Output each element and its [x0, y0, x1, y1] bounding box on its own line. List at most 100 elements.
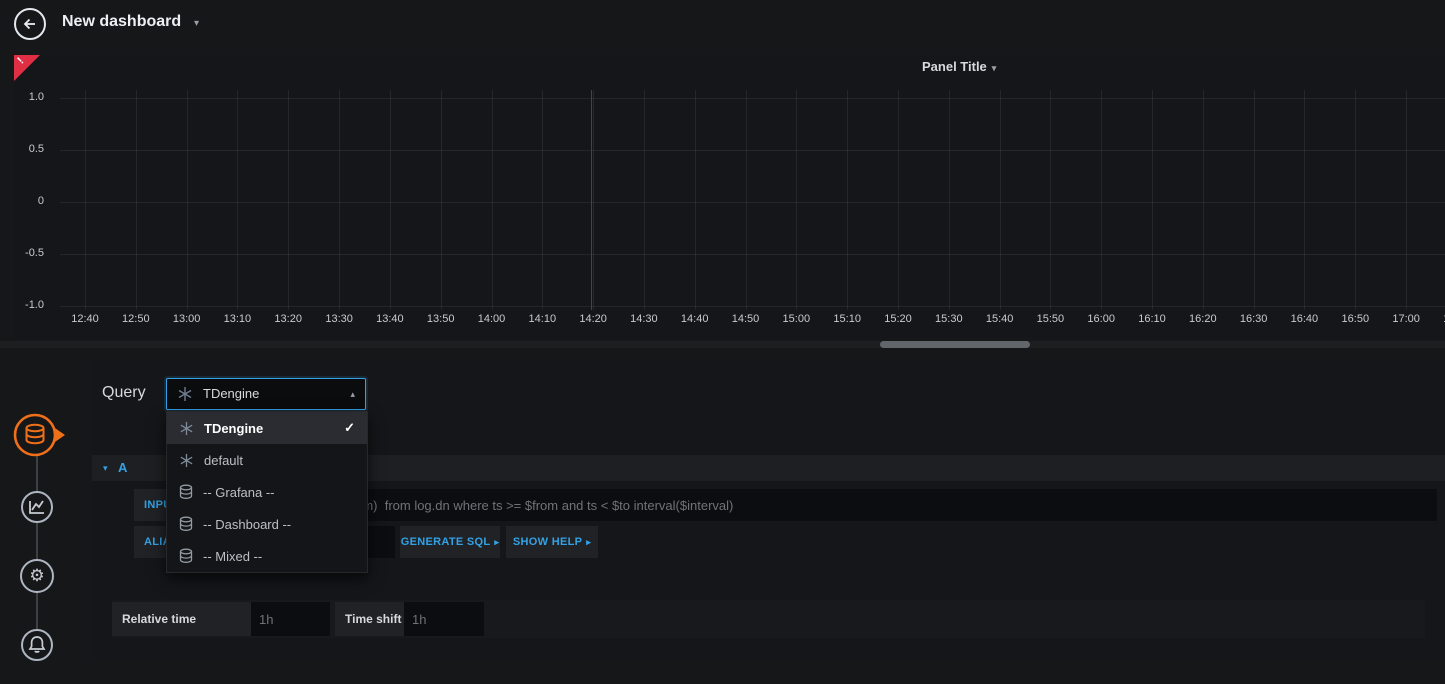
- x-axis-tick-label: 16:30: [1229, 313, 1279, 325]
- x-axis-tick-label: 15:00: [771, 313, 821, 325]
- grid-line-x: [1254, 90, 1255, 310]
- plugin-icon: [177, 386, 193, 402]
- chart-icon: [20, 490, 54, 524]
- grid-line-x: [746, 90, 747, 310]
- grid-line-x: [644, 90, 645, 310]
- grid-line-x: [441, 90, 442, 310]
- y-axis-tick-label: 0: [14, 195, 44, 207]
- sidebar-tab-queries[interactable]: [10, 410, 70, 462]
- x-axis-tick-label: 14:10: [517, 313, 567, 325]
- grid-line-x: [898, 90, 899, 310]
- input-sql-field[interactable]: [225, 489, 1437, 521]
- generate-sql-button[interactable]: GENERATE SQL▸: [400, 526, 500, 558]
- option-label: -- Dashboard --: [203, 517, 291, 532]
- datasource-picker-value: TDengine: [203, 379, 259, 409]
- grid-line-x: [492, 90, 493, 310]
- grafana-dashboard-editor: New dashboard ▾ ! Panel Title▾ 1.00.50-0…: [0, 0, 1445, 684]
- bell-icon: [20, 628, 54, 662]
- grid-line-x: [85, 90, 86, 310]
- option-label: TDengine: [204, 421, 263, 436]
- grid-line-x: [1101, 90, 1102, 310]
- sidebar-tab-alert[interactable]: [20, 628, 54, 662]
- datasource-option-dashboard[interactable]: -- Dashboard --: [167, 508, 367, 540]
- x-axis-tick-label: 16:00: [1076, 313, 1126, 325]
- grid-line-x: [390, 90, 391, 310]
- show-help-label: SHOW HELP: [513, 536, 582, 548]
- sidebar-tab-visualization[interactable]: [20, 490, 54, 524]
- datasource-option-mixed[interactable]: -- Mixed --: [167, 540, 367, 572]
- gear-icon: ⚙: [29, 566, 44, 586]
- option-label: -- Mixed --: [203, 549, 262, 564]
- grid-line-x: [542, 90, 543, 310]
- grid-line-y: [60, 306, 1445, 307]
- query-editor-panel: Query ▾ A INPUT SQL ALIAS BY GENERATE SQ…: [92, 360, 1445, 660]
- x-axis-tick-label: 12:50: [111, 313, 161, 325]
- x-axis-tick-label: 16:50: [1330, 313, 1380, 325]
- x-axis-tick-label: 13:40: [365, 313, 415, 325]
- grid-line-x: [1000, 90, 1001, 310]
- grid-line-x: [593, 90, 594, 310]
- x-axis-tick-label: 13:20: [263, 313, 313, 325]
- horizontal-scrollbar-thumb[interactable]: [880, 341, 1030, 348]
- grid-line-y: [60, 98, 1445, 99]
- x-axis-tick-label: 17:10: [1432, 313, 1445, 325]
- x-axis-tick-label: 15:10: [822, 313, 872, 325]
- datasource-option-tdengine[interactable]: TDengine ✓: [167, 412, 367, 444]
- x-axis-tick-label: 15:40: [975, 313, 1025, 325]
- chevron-down-icon: ▾: [194, 18, 199, 29]
- x-axis-tick-label: 14:30: [619, 313, 669, 325]
- datasource-option-default[interactable]: default: [167, 444, 367, 476]
- grid-line-x: [847, 90, 848, 310]
- grid-line-x: [187, 90, 188, 310]
- database-icon: [179, 516, 193, 532]
- grid-line-x: [796, 90, 797, 310]
- x-axis-tick-label: 14:00: [467, 313, 517, 325]
- annotation-line: [591, 90, 592, 310]
- x-axis-tick-label: 13:50: [416, 313, 466, 325]
- chevron-up-icon: ▴: [350, 379, 355, 409]
- x-axis-tick-label: 14:50: [721, 313, 771, 325]
- grid-line-y: [60, 254, 1445, 255]
- graph-plot-area: 1.00.50-0.5-1.012:4012:5013:0013:1013:20…: [14, 55, 1445, 338]
- datasource-db-icon: [10, 410, 70, 462]
- relative-time-field[interactable]: [251, 602, 330, 636]
- relative-time-label: Relative time: [112, 602, 251, 636]
- grid-line-x: [1050, 90, 1051, 310]
- x-axis-tick-label: 16:10: [1127, 313, 1177, 325]
- grid-line-x: [288, 90, 289, 310]
- database-icon: [179, 484, 193, 500]
- grid-line-x: [1203, 90, 1204, 310]
- x-axis-tick-label: 14:20: [568, 313, 618, 325]
- caret-right-icon: ▸: [494, 537, 499, 548]
- x-axis-tick-label: 15:20: [873, 313, 923, 325]
- query-row-letter: A: [118, 455, 127, 481]
- grid-line-x: [1406, 90, 1407, 310]
- chevron-down-icon: ▾: [103, 455, 108, 481]
- x-axis-tick-label: 15:30: [924, 313, 974, 325]
- grid-line-x: [237, 90, 238, 310]
- sidebar-tab-general[interactable]: ⚙: [20, 559, 54, 593]
- generate-sql-label: GENERATE SQL: [401, 536, 491, 548]
- grid-line-x: [136, 90, 137, 310]
- grid-line-x: [1304, 90, 1305, 310]
- sidebar-connector-line: [36, 437, 38, 645]
- show-help-button[interactable]: SHOW HELP ▸: [506, 526, 598, 558]
- x-axis-tick-label: 16:40: [1279, 313, 1329, 325]
- option-label: default: [204, 453, 243, 468]
- time-shift-field[interactable]: [404, 602, 484, 636]
- x-axis-tick-label: 13:30: [314, 313, 364, 325]
- datasource-option-grafana[interactable]: -- Grafana --: [167, 476, 367, 508]
- check-icon: ✓: [344, 420, 355, 436]
- caret-right-icon: ▸: [586, 537, 591, 548]
- dashboard-title[interactable]: New dashboard: [62, 13, 181, 31]
- x-axis-tick-label: 15:50: [1025, 313, 1075, 325]
- query-section-label: Query: [102, 384, 146, 402]
- x-axis-tick-label: 16:20: [1178, 313, 1228, 325]
- time-shift-label: Time shift: [335, 602, 404, 636]
- grid-line-x: [1355, 90, 1356, 310]
- x-axis-tick-label: 13:00: [162, 313, 212, 325]
- grid-line-x: [949, 90, 950, 310]
- back-button[interactable]: [14, 8, 46, 40]
- y-axis-tick-label: 1.0: [14, 91, 44, 103]
- datasource-picker[interactable]: TDengine ▴: [166, 378, 366, 410]
